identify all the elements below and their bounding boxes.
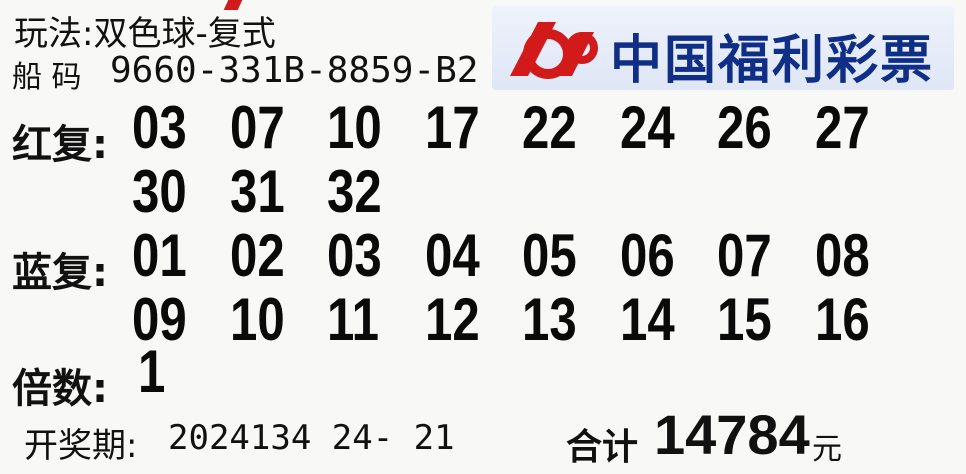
red-number: 24 — [619, 94, 675, 161]
red-number: 32 — [327, 158, 382, 225]
blue-number: 04 — [424, 222, 480, 289]
red-number: 03 — [132, 94, 187, 161]
red-number: 27 — [814, 94, 870, 161]
blue-number: 05 — [522, 222, 577, 289]
lottery-logo-icon — [510, 22, 598, 79]
blue-numbers-label: 蓝复: — [12, 250, 108, 296]
logo-text: 中国福利彩票 — [610, 31, 935, 91]
blue-number: 16 — [814, 286, 870, 353]
blue-number: 07 — [717, 222, 772, 289]
draw-period-value: 2024134 24- 21 — [168, 418, 455, 458]
red-number: 26 — [717, 94, 772, 161]
blue-number: 15 — [717, 286, 772, 353]
play-type-label: 玩法:双色球-复式 — [14, 14, 276, 54]
serial-prefix: 船 码 — [12, 60, 82, 95]
red-number: 10 — [327, 94, 382, 161]
red-number: 17 — [424, 94, 480, 161]
blue-number: 08 — [814, 222, 870, 289]
blue-number: 13 — [522, 286, 577, 353]
blue-number: 03 — [327, 222, 382, 289]
total-amount: 14784 — [654, 403, 810, 466]
multiple-value: 1 — [138, 338, 166, 405]
red-number: 30 — [132, 158, 187, 225]
blue-number: 06 — [619, 222, 675, 289]
total-unit: 元 — [812, 432, 842, 467]
serial-number: 9660-331B-8859-B2 — [110, 50, 479, 91]
blue-number: 12 — [424, 286, 480, 353]
welfare-lottery-logo: 中国福利彩票 — [492, 6, 954, 91]
red-numbers-label: 红复: — [12, 122, 108, 168]
blue-number: 14 — [619, 286, 675, 353]
blue-number: 02 — [229, 222, 285, 289]
red-number: 07 — [229, 94, 285, 161]
draw-period-label: 开奖期: — [24, 426, 138, 466]
blue-number: 10 — [229, 286, 285, 353]
red-number: 22 — [522, 94, 577, 161]
red-number: 31 — [229, 158, 285, 225]
blue-number: 11 — [327, 286, 380, 353]
total-label: 合计 — [566, 427, 639, 468]
blue-number: 01 — [132, 222, 187, 289]
multiple-label: 倍数: — [12, 366, 108, 412]
